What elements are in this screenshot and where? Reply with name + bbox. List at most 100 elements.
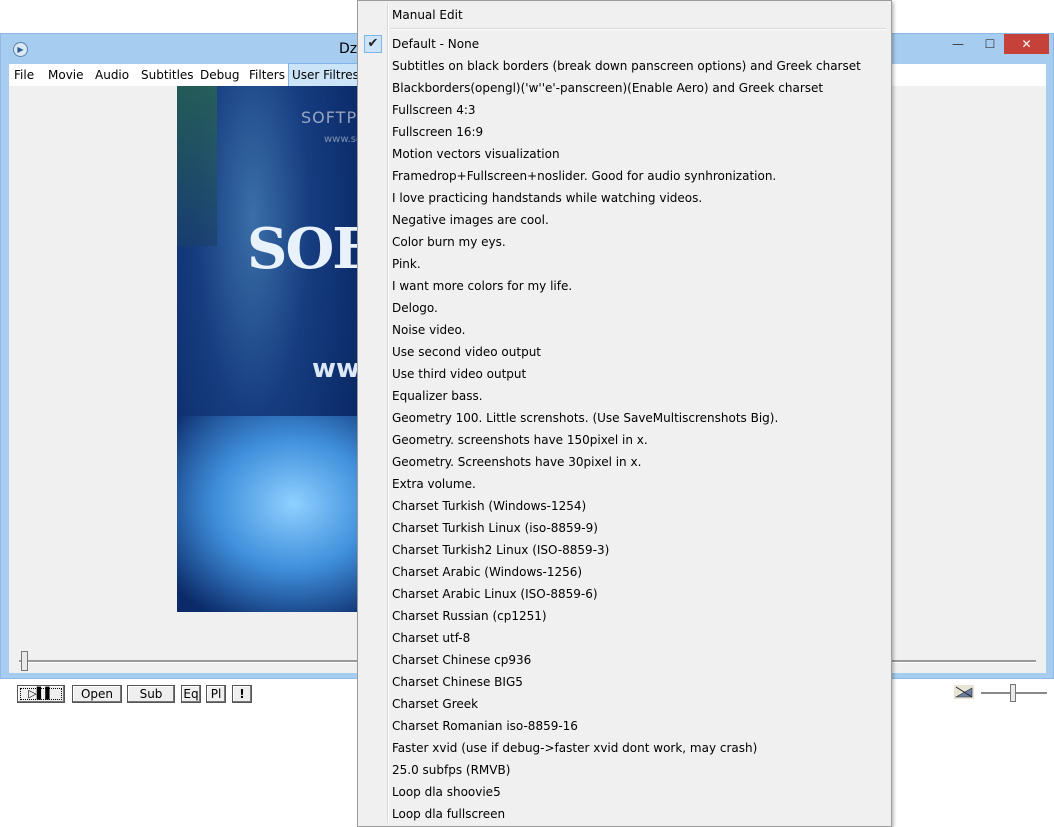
- popup-menu-item[interactable]: Charset utf-8: [360, 627, 889, 649]
- eq-button[interactable]: Eq: [181, 685, 201, 703]
- popup-menu-item-label: Equalizer bass.: [392, 389, 483, 403]
- popup-menu-item-label: Fullscreen 4:3: [392, 103, 476, 117]
- check-icon: ✔: [364, 35, 382, 53]
- popup-menu-item[interactable]: Framedrop+Fullscreen+noslider. Good for …: [360, 165, 889, 187]
- popup-menu-item[interactable]: Charset Turkish Linux (iso-8859-9): [360, 517, 889, 539]
- exclaim-button[interactable]: !: [232, 685, 252, 703]
- popup-menu-item-label: Default - None: [392, 37, 480, 51]
- seek-thumb[interactable]: [21, 651, 28, 671]
- popup-menu-item-label: Charset Arabic (Windows-1256): [392, 565, 583, 579]
- popup-menu-item[interactable]: Charset Chinese cp936: [360, 649, 889, 671]
- app-icon[interactable]: ▶: [13, 42, 28, 57]
- popup-menu-item[interactable]: Use second video output: [360, 341, 889, 363]
- popup-menu-item[interactable]: Delogo.: [360, 297, 889, 319]
- close-button[interactable]: ✕: [1004, 34, 1049, 54]
- popup-menu-item[interactable]: I want more colors for my life.: [360, 275, 889, 297]
- volume-icon[interactable]: [954, 685, 974, 699]
- sub-button[interactable]: Sub: [127, 685, 175, 703]
- popup-menu-item[interactable]: Pink.: [360, 253, 889, 275]
- popup-menu-item-label: Loop dla shoovie5: [392, 785, 501, 799]
- popup-menu-item[interactable]: Use third video output: [360, 363, 889, 385]
- user-filtres-popup-menu: Manual Edit ✔ Default - None Subtitles on …: [357, 0, 892, 827]
- menu-debug[interactable]: Debug: [197, 64, 242, 86]
- popup-menu-item-label: Motion vectors visualization: [392, 147, 560, 161]
- popup-menu-item[interactable]: Noise video.: [360, 319, 889, 341]
- popup-menu-item-label: Noise video.: [392, 323, 466, 337]
- popup-menu-item-label: Geometry. Screenshots have 30pixel in x.: [392, 455, 642, 469]
- popup-menu-item-label: Charset Greek: [392, 697, 479, 711]
- popup-menu-item[interactable]: Extra volume.: [360, 473, 889, 495]
- popup-menu-item[interactable]: ✔ Default - None: [360, 33, 889, 55]
- popup-menu-item-label: Charset Chinese BIG5: [392, 675, 523, 689]
- popup-menu-item[interactable]: Geometry. screenshots have 150pixel in x…: [360, 429, 889, 451]
- popup-menu-item[interactable]: Fullscreen 4:3: [360, 99, 889, 121]
- popup-menu-item[interactable]: Charset Chinese BIG5: [360, 671, 889, 693]
- popup-menu-item[interactable]: 25.0 subfps (RMVB): [360, 759, 889, 781]
- popup-menu-item-label: Charset Turkish (Windows-1254): [392, 499, 587, 513]
- popup-menu-item[interactable]: Motion vectors visualization: [360, 143, 889, 165]
- popup-menu-item[interactable]: Charset Turkish2 Linux (ISO-8859-3): [360, 539, 889, 561]
- playlist-button[interactable]: Pl: [206, 685, 226, 703]
- menu-item-label: Manual Edit: [392, 8, 463, 22]
- popup-menu-item-label: Loop dla fullscreen: [392, 807, 506, 821]
- menu-subtitles[interactable]: Subtitles: [138, 64, 197, 86]
- popup-menu-item-label: Extra volume.: [392, 477, 476, 491]
- popup-menu-item-label: Use third video output: [392, 367, 527, 381]
- popup-menu-item[interactable]: Charset Arabic (Windows-1256): [360, 561, 889, 583]
- menu-item-manual-edit[interactable]: Manual Edit: [360, 4, 889, 26]
- popup-menu-item[interactable]: Charset Arabic Linux (ISO-8859-6): [360, 583, 889, 605]
- popup-menu-item-label: 25.0 subfps (RMVB): [392, 763, 511, 777]
- popup-menu-item[interactable]: Negative images are cool.: [360, 209, 889, 231]
- popup-menu-item[interactable]: Charset Romanian iso-8859-16: [360, 715, 889, 737]
- minimize-button[interactable]: —: [944, 34, 972, 54]
- popup-menu-item-label: Pink.: [392, 257, 421, 271]
- popup-menu-item[interactable]: Subtitles on black borders (break down p…: [360, 55, 889, 77]
- popup-menu-item-label: Blackborders(opengl)('w''e'-panscreen)(E…: [392, 81, 824, 95]
- menu-audio[interactable]: Audio: [92, 64, 132, 86]
- popup-menu-item[interactable]: Equalizer bass.: [360, 385, 889, 407]
- popup-menu-item[interactable]: Charset Greek: [360, 693, 889, 715]
- popup-menu-item-label: Color burn my eys.: [392, 235, 506, 249]
- popup-menu-item-label: Framedrop+Fullscreen+noslider. Good for …: [392, 169, 777, 183]
- popup-menu-item-label: Charset Turkish2 Linux (ISO-8859-3): [392, 543, 610, 557]
- popup-menu-item-label: Fullscreen 16:9: [392, 125, 484, 139]
- maximize-button[interactable]: ☐: [976, 34, 1004, 54]
- menu-filters[interactable]: Filters: [246, 64, 288, 86]
- popup-menu-item-label: Charset Romanian iso-8859-16: [392, 719, 578, 733]
- menu-user-filtres[interactable]: User Filtres: [288, 63, 363, 87]
- popup-menu-item[interactable]: Charset Turkish (Windows-1254): [360, 495, 889, 517]
- popup-menu-item[interactable]: I love practicing handstands while watch…: [360, 187, 889, 209]
- popup-menu-item-label: Charset Arabic Linux (ISO-8859-6): [392, 587, 598, 601]
- popup-menu-item-label: Geometry. screenshots have 150pixel in x…: [392, 433, 648, 447]
- play-pause-button[interactable]: ▷▌▌: [17, 685, 65, 703]
- menu-movie[interactable]: Movie: [45, 64, 87, 86]
- popup-menu-item[interactable]: Blackborders(opengl)('w''e'-panscreen)(E…: [360, 77, 889, 99]
- open-button[interactable]: Open: [72, 685, 122, 703]
- popup-menu-item[interactable]: Geometry. Screenshots have 30pixel in x.: [360, 451, 889, 473]
- popup-menu-item-label: I love practicing handstands while watch…: [392, 191, 703, 205]
- menu-separator: [390, 28, 886, 30]
- popup-menu-item-label: Geometry 100. Little screnshots. (Use Sa…: [392, 411, 779, 425]
- popup-menu-item-label: Charset utf-8: [392, 631, 471, 645]
- popup-menu-item-label: Faster xvid (use if debug->faster xvid d…: [392, 741, 758, 755]
- popup-menu-item-label: Charset Russian (cp1251): [392, 609, 547, 623]
- popup-menu-item[interactable]: Loop dla fullscreen: [360, 803, 889, 825]
- window-title: Dz: [339, 41, 358, 57]
- volume-thumb[interactable]: [1010, 684, 1016, 702]
- popup-menu-item[interactable]: Color burn my eys.: [360, 231, 889, 253]
- popup-menu-item[interactable]: Loop dla shoovie5: [360, 781, 889, 803]
- popup-menu-item-label: Use second video output: [392, 345, 542, 359]
- popup-menu-item[interactable]: Fullscreen 16:9: [360, 121, 889, 143]
- video-logo-text: SOF: [247, 216, 367, 282]
- popup-menu-item[interactable]: Geometry 100. Little screnshots. (Use Sa…: [360, 407, 889, 429]
- popup-menu-item[interactable]: Charset Russian (cp1251): [360, 605, 889, 627]
- popup-menu-item-label: Subtitles on black borders (break down p…: [392, 59, 861, 73]
- popup-menu-item-label: Charset Turkish Linux (iso-8859-9): [392, 521, 598, 535]
- menu-file[interactable]: File: [11, 64, 37, 86]
- popup-menu-item-label: I want more colors for my life.: [392, 279, 573, 293]
- popup-menu-item-label: Delogo.: [392, 301, 438, 315]
- video-highlight: [177, 416, 367, 612]
- video-area[interactable]: SOF www: [177, 86, 367, 612]
- video-texture: [177, 86, 217, 246]
- popup-menu-item[interactable]: Faster xvid (use if debug->faster xvid d…: [360, 737, 889, 759]
